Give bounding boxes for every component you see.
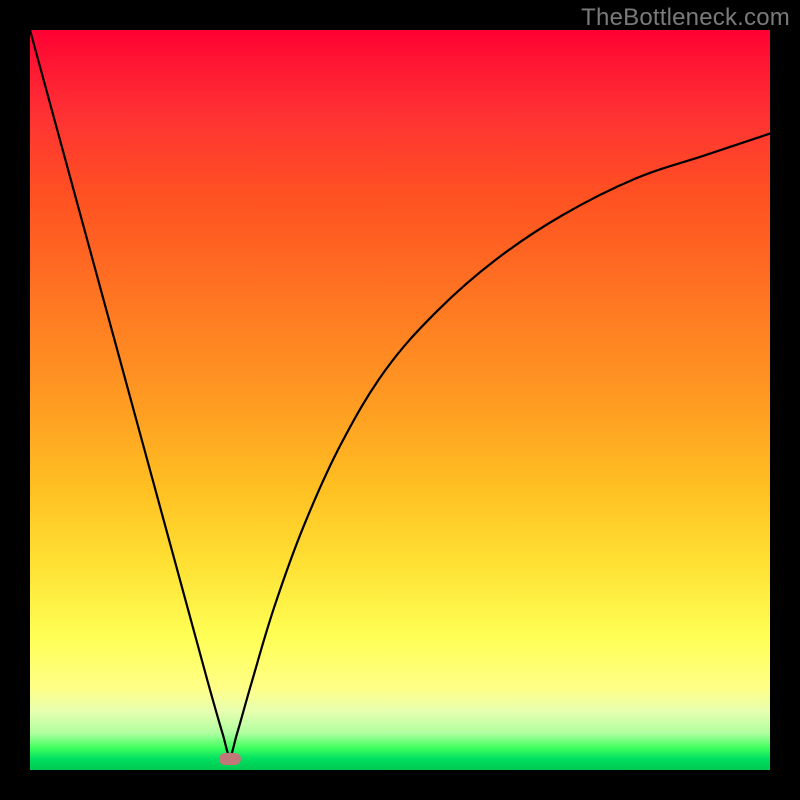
curve-svg	[30, 30, 770, 770]
bottleneck-curve	[30, 30, 770, 755]
minimum-marker	[219, 753, 241, 765]
watermark-text: TheBottleneck.com	[581, 4, 790, 32]
chart-frame: TheBottleneck.com	[0, 0, 800, 800]
plot-area	[30, 30, 770, 770]
